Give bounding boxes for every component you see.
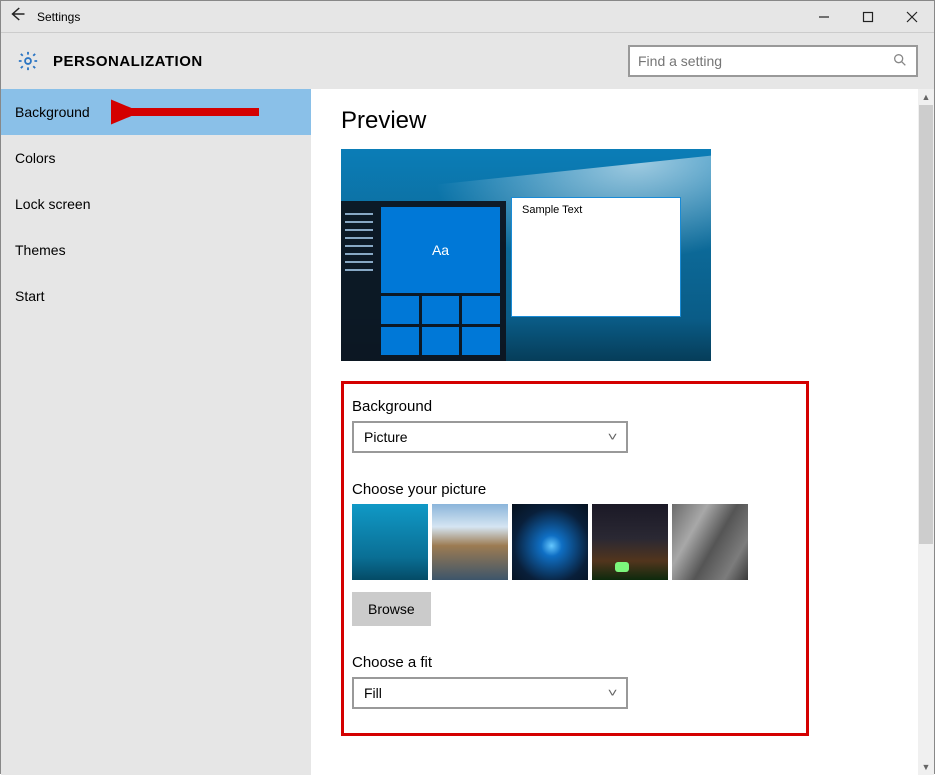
annotation-arrow <box>111 97 261 127</box>
highlight-box: Background Picture ˅ Choose your picture… <box>341 381 809 736</box>
header: PERSONALIZATION <box>1 33 934 89</box>
sidebar-item-themes[interactable]: Themes <box>1 227 311 273</box>
body: Background Colors Lock screen Themes Sta… <box>1 89 934 775</box>
chevron-down-icon: ˅ <box>608 686 618 700</box>
browse-button[interactable]: Browse <box>352 592 431 626</box>
sidebar-item-label: Background <box>15 104 90 120</box>
picture-thumbnail-1[interactable] <box>352 504 428 580</box>
choose-picture-label: Choose your picture <box>352 481 790 498</box>
sidebar-item-label: Lock screen <box>15 196 90 212</box>
window-controls <box>802 1 934 33</box>
search-icon <box>892 52 908 71</box>
sidebar-item-colors[interactable]: Colors <box>1 135 311 181</box>
sidebar-item-background[interactable]: Background <box>1 89 311 135</box>
back-button[interactable] <box>1 5 33 28</box>
close-button[interactable] <box>890 1 934 33</box>
window-title: Settings <box>33 10 80 24</box>
minimize-button[interactable] <box>802 1 846 33</box>
search-input[interactable] <box>638 53 892 69</box>
page-title: PERSONALIZATION <box>53 53 203 70</box>
titlebar: Settings <box>1 1 934 33</box>
background-label: Background <box>352 398 790 415</box>
picture-thumbnail-4[interactable] <box>592 504 668 580</box>
sidebar-item-label: Themes <box>15 242 66 258</box>
chevron-down-icon: ˅ <box>608 430 618 444</box>
scroll-up-icon[interactable]: ▲ <box>918 89 934 105</box>
fit-dropdown[interactable]: Fill ˅ <box>352 677 628 709</box>
maximize-button[interactable] <box>846 1 890 33</box>
search-box[interactable] <box>628 45 918 77</box>
preview-start-menu: Aa <box>341 201 506 361</box>
sidebar-item-lockscreen[interactable]: Lock screen <box>1 181 311 227</box>
preview-sample-window: Sample Text <box>511 197 681 317</box>
preview-accent-tile: Aa <box>381 207 500 293</box>
picture-thumbnail-3[interactable] <box>512 504 588 580</box>
picture-thumbnail-5[interactable] <box>672 504 748 580</box>
background-dropdown[interactable]: Picture ˅ <box>352 421 628 453</box>
scrollbar-thumb[interactable] <box>919 105 933 544</box>
scroll-down-icon[interactable]: ▼ <box>918 759 934 775</box>
picture-thumbnails <box>352 504 790 580</box>
preview-heading: Preview <box>341 107 904 135</box>
sidebar: Background Colors Lock screen Themes Sta… <box>1 89 311 775</box>
desktop-preview: Aa Sample Text <box>341 149 711 361</box>
scrollbar[interactable]: ▲ ▼ <box>918 89 934 775</box>
sidebar-item-label: Colors <box>15 150 55 166</box>
fit-dropdown-value: Fill <box>364 685 609 701</box>
background-dropdown-value: Picture <box>364 429 609 445</box>
gear-icon <box>17 50 39 72</box>
sidebar-item-label: Start <box>15 288 45 304</box>
sidebar-item-start[interactable]: Start <box>1 273 311 319</box>
picture-thumbnail-2[interactable] <box>432 504 508 580</box>
preview-sample-window-title: Sample Text <box>512 198 680 222</box>
choose-fit-label: Choose a fit <box>352 654 790 671</box>
main-content: Preview Aa Sample Text Background Pictur… <box>311 89 934 775</box>
